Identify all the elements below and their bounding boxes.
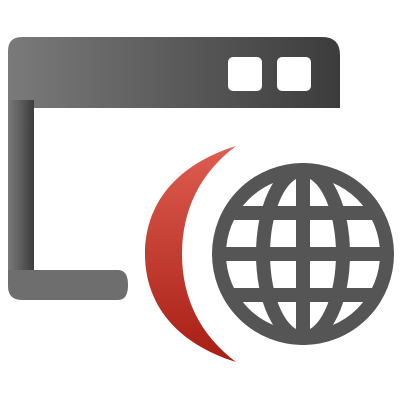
web-browser-globe-icon	[8, 37, 397, 379]
icon-canvas	[0, 0, 400, 400]
globe-icon	[212, 163, 394, 345]
